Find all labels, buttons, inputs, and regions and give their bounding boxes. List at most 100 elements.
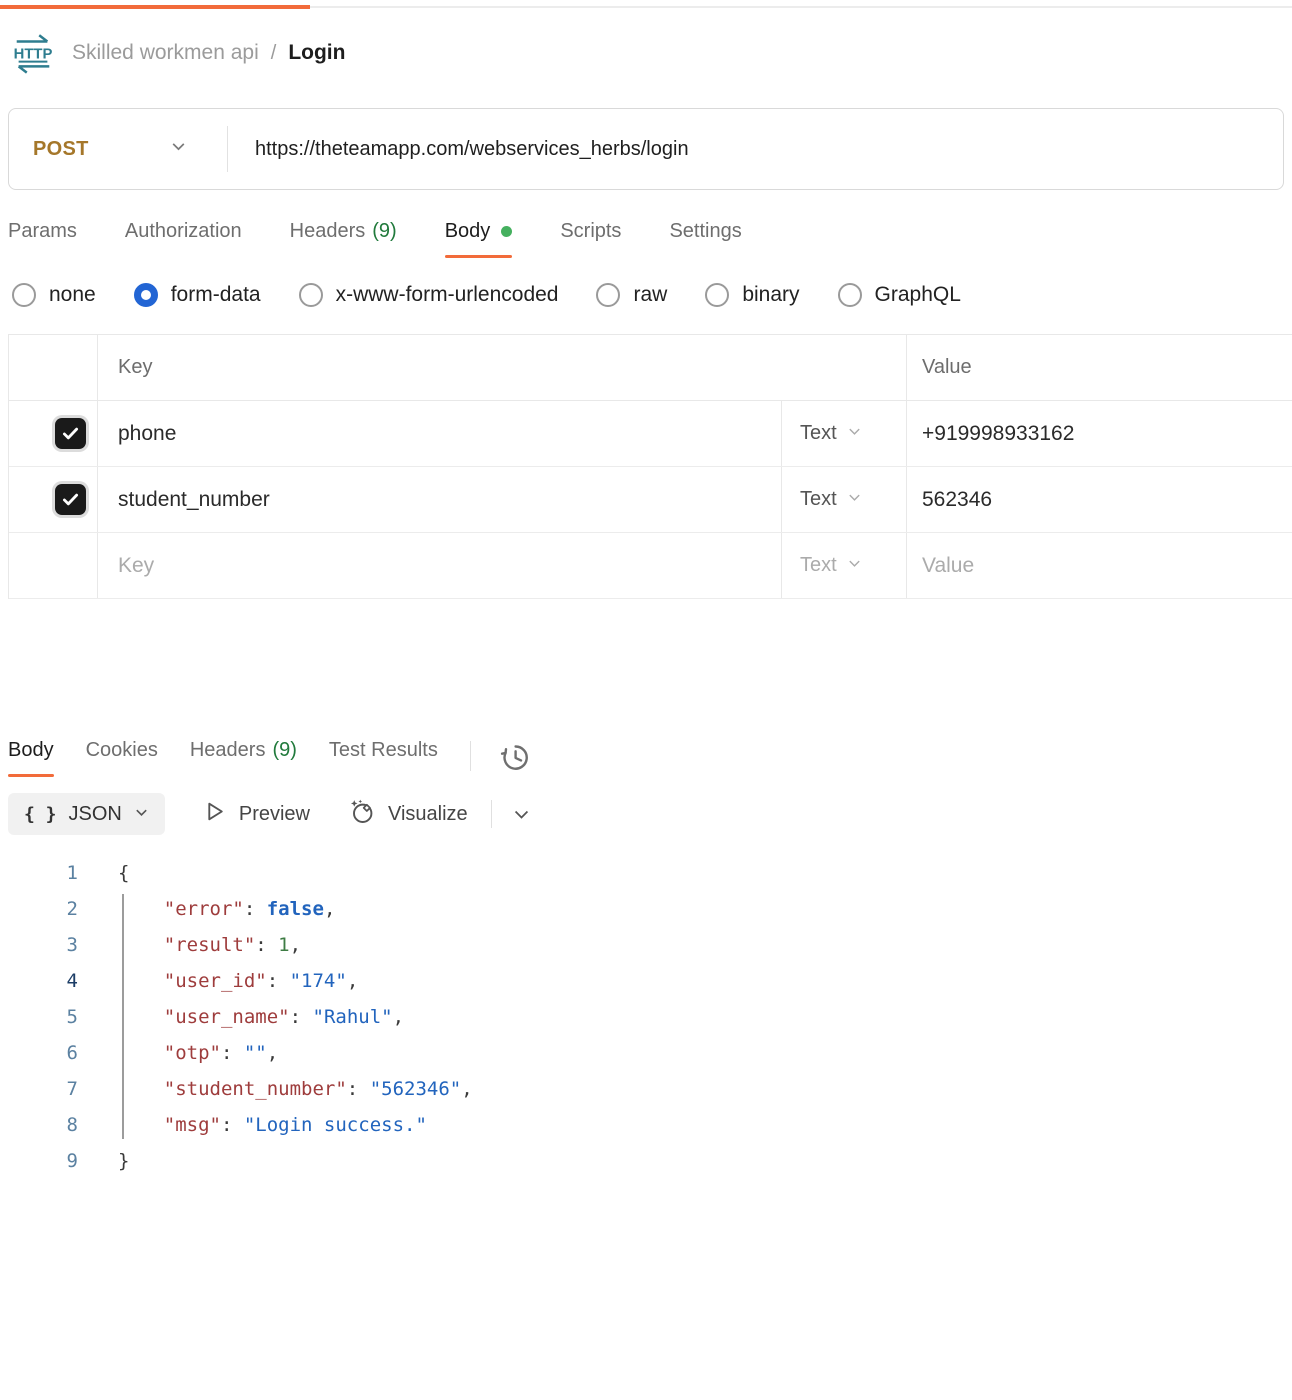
response-toolbar: { } JSON Preview: [8, 793, 1292, 835]
tab-body[interactable]: Body: [445, 220, 513, 258]
response-tab-body[interactable]: Body: [8, 739, 54, 777]
tab-strip: [0, 0, 1292, 10]
key-cell[interactable]: student_number: [97, 467, 781, 532]
checkbox-checked[interactable]: [55, 484, 86, 515]
json-token: "user_id": [164, 970, 267, 992]
value-cell[interactable]: +919998933162: [906, 401, 1292, 466]
json-token: [118, 1006, 164, 1028]
line-number: 5: [0, 999, 78, 1035]
value-header-label: Value: [922, 356, 972, 379]
tab-params[interactable]: Params: [8, 220, 77, 258]
tab-label: Cookies: [86, 739, 158, 762]
response-tab-cookies[interactable]: Cookies: [86, 739, 158, 777]
preview-button[interactable]: Preview: [202, 799, 310, 829]
active-tab-indicator: [0, 5, 310, 9]
radio-form-data[interactable]: form-data: [134, 283, 261, 307]
format-label: JSON: [69, 803, 122, 826]
select-all-column: [9, 335, 97, 400]
tab-count: (9): [372, 220, 396, 243]
json-token: :: [347, 1078, 370, 1100]
json-token: 1: [278, 934, 289, 956]
type-dropdown[interactable]: Text: [781, 533, 906, 598]
tab-authorization[interactable]: Authorization: [125, 220, 242, 258]
breadcrumb-separator: /: [271, 42, 277, 65]
app-root: HTTP Skilled workmen api / Login POST Pa…: [0, 0, 1292, 1179]
breadcrumb-request-name: Login: [288, 41, 345, 65]
json-token: [118, 1078, 164, 1100]
radio-raw[interactable]: raw: [596, 283, 667, 307]
svg-text:HTTP: HTTP: [14, 46, 53, 62]
code-line: 8 "msg": "Login success.": [0, 1107, 1292, 1143]
type-dropdown[interactable]: Text: [781, 401, 906, 466]
tab-scripts[interactable]: Scripts: [560, 220, 621, 258]
clock-history-icon[interactable]: [497, 739, 533, 775]
response-tab-list: Body Cookies Headers(9) Test Results: [8, 739, 438, 777]
format-dropdown[interactable]: { } JSON: [8, 793, 165, 835]
table-row: student_numberText562346: [9, 467, 1292, 533]
code-text: "otp": "",: [78, 1035, 278, 1071]
json-token: :: [221, 1114, 244, 1136]
table-rows: phoneText+919998933162student_numberText…: [9, 401, 1292, 599]
json-token: [118, 1042, 164, 1064]
json-token: "error": [164, 898, 244, 920]
form-data-table: Key Value phoneText+919998933162student_…: [8, 334, 1292, 599]
radio-binary[interactable]: binary: [705, 283, 799, 307]
code-line: 9}: [0, 1143, 1292, 1179]
unsaved-dot: [501, 226, 512, 237]
breadcrumb-collection[interactable]: Skilled workmen api: [72, 41, 259, 65]
response-body-json: 1{2 "error": false,3 "result": 1,4 "user…: [0, 855, 1292, 1179]
radio-x-www-form-urlencoded[interactable]: x-www-form-urlencoded: [299, 283, 559, 307]
tab-label: Headers: [290, 220, 366, 243]
radio-unselected-icon: [12, 283, 36, 307]
json-token: "562346": [370, 1078, 462, 1100]
json-token: "Login success.": [244, 1114, 427, 1136]
play-icon: [202, 799, 227, 829]
url-input[interactable]: [228, 137, 1283, 162]
code-text: "result": 1,: [78, 927, 301, 963]
key-column-header: Key: [97, 335, 906, 400]
radio-none[interactable]: none: [12, 283, 96, 307]
json-token: "otp": [164, 1042, 221, 1064]
json-token: ,: [267, 1042, 278, 1064]
key-cell[interactable]: Key: [97, 533, 781, 598]
request-url-bar: POST: [8, 108, 1284, 190]
json-token: :: [221, 1042, 244, 1064]
json-token: "174": [290, 970, 347, 992]
checkbox-checked[interactable]: [55, 418, 86, 449]
indent-guide: [122, 894, 124, 1139]
body-mode-radios: none form-data x-www-form-urlencoded raw bin…: [12, 283, 1284, 307]
tab-label: Test Results: [329, 739, 438, 762]
tab-settings[interactable]: Settings: [669, 220, 741, 258]
json-token: "result": [164, 934, 256, 956]
json-token: [118, 1114, 164, 1136]
code-line: 5 "user_name": "Rahul",: [0, 999, 1292, 1035]
json-token: "msg": [164, 1114, 221, 1136]
method-dropdown[interactable]: POST: [9, 138, 227, 161]
type-dropdown[interactable]: Text: [781, 467, 906, 532]
visualize-button[interactable]: Visualize: [347, 797, 468, 831]
row-select-cell: [9, 533, 97, 598]
response-tab-test-results[interactable]: Test Results: [329, 739, 438, 777]
tab-label: Authorization: [125, 220, 242, 243]
line-number: 3: [0, 927, 78, 963]
chevron-down-icon: [134, 803, 149, 826]
code-line: 3 "result": 1,: [0, 927, 1292, 963]
line-number: 4: [0, 963, 78, 999]
type-label: Text: [800, 554, 837, 577]
tab-headers[interactable]: Headers (9): [290, 220, 397, 258]
json-token: ,: [324, 898, 335, 920]
tab-label: Body: [445, 220, 491, 243]
response-tab-headers[interactable]: Headers(9): [190, 739, 297, 777]
chevron-down-icon[interactable]: [512, 805, 531, 824]
radio-graphql[interactable]: GraphQL: [838, 283, 961, 307]
response-section: Body Cookies Headers(9) Test Results { } JS…: [0, 739, 1292, 1179]
radio-unselected-icon: [596, 283, 620, 307]
json-token: ,: [393, 1006, 404, 1028]
json-token: ,: [347, 970, 358, 992]
value-cell[interactable]: 562346: [906, 467, 1292, 532]
code-line: 2 "error": false,: [0, 891, 1292, 927]
tab-label: Params: [8, 220, 77, 243]
value-cell[interactable]: Value: [906, 533, 1292, 598]
key-cell[interactable]: phone: [97, 401, 781, 466]
line-number: 2: [0, 891, 78, 927]
